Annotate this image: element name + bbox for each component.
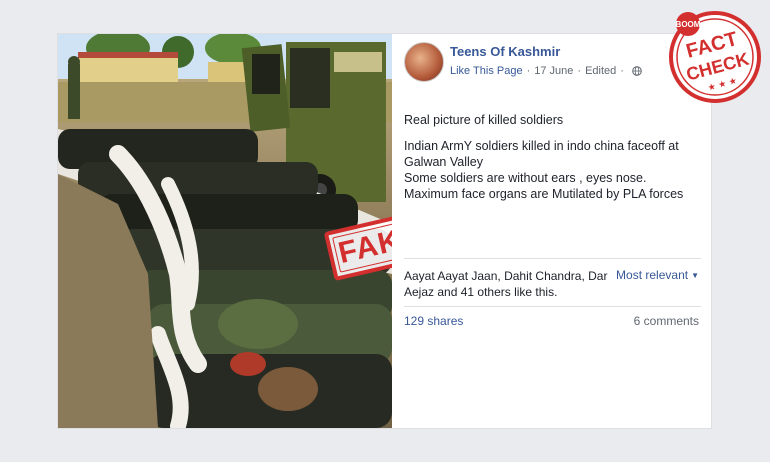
meta-separator: · bbox=[577, 65, 582, 77]
fake-stamp-label: FAKE bbox=[335, 218, 392, 271]
divider bbox=[404, 258, 701, 259]
globe-icon bbox=[632, 66, 642, 76]
post-meta: Like This Page · 17 June · Edited · bbox=[450, 65, 642, 77]
meta-separator: · bbox=[526, 65, 531, 77]
post-text-line: Real picture of killed soldiers bbox=[404, 113, 564, 127]
post-date[interactable]: 17 June bbox=[534, 65, 573, 77]
divider bbox=[404, 306, 701, 307]
badge-top-label: BOOM bbox=[676, 20, 701, 29]
edited-label[interactable]: Edited bbox=[585, 65, 616, 77]
boom-fact-check-badge: BOOM FACT CHECK ★ ★ ★ bbox=[669, 11, 761, 103]
sort-label: Most relevant bbox=[616, 268, 689, 282]
post-text-line: Maximum face organs are Mutilated by PLA… bbox=[404, 187, 684, 201]
page-avatar[interactable] bbox=[404, 42, 444, 82]
comments-count[interactable]: 6 comments bbox=[634, 314, 699, 328]
facebook-post-card: FAKE Teens Of Kashmir Like This Page · 1… bbox=[58, 34, 711, 428]
post-photo[interactable]: FAKE bbox=[58, 34, 392, 428]
shares-count[interactable]: 129 shares bbox=[404, 314, 463, 328]
post-text-line: Some soldiers are without ears , eyes no… bbox=[404, 171, 647, 185]
post-text-line: Indian ArmY soldiers killed in indo chin… bbox=[404, 139, 679, 169]
sort-comments-dropdown[interactable]: Most relevant ▼ bbox=[616, 268, 699, 282]
meta-separator: · bbox=[620, 65, 624, 77]
like-page-link[interactable]: Like This Page bbox=[450, 65, 523, 77]
likes-summary[interactable]: Aayat Aayat Jaan, Dahit Chandra, Dar Aej… bbox=[404, 268, 609, 300]
page-name-link[interactable]: Teens Of Kashmir bbox=[450, 44, 560, 59]
chevron-down-icon: ▼ bbox=[691, 271, 699, 280]
post-text: Real picture of killed soldiers Indian A… bbox=[404, 112, 704, 202]
